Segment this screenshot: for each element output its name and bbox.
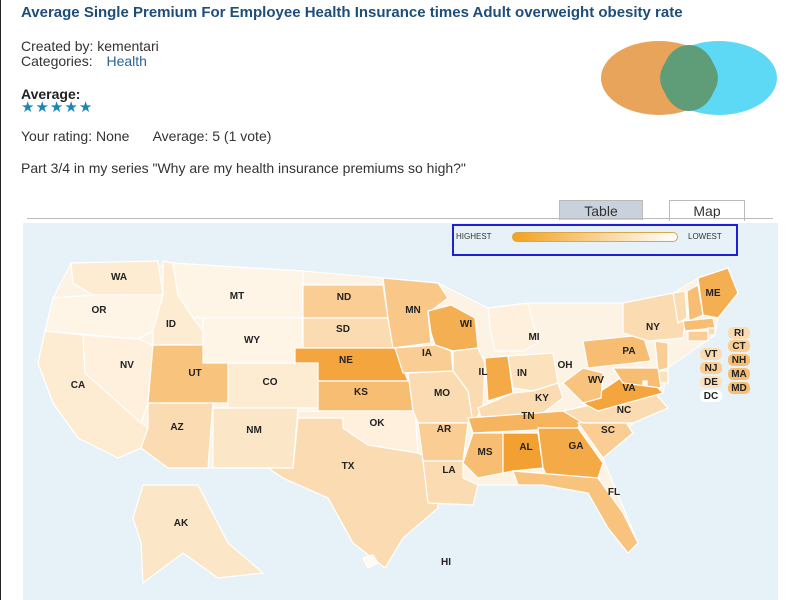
tab-table[interactable]: Table (559, 200, 643, 220)
legend-low-label: LOWEST (688, 232, 722, 241)
state-label-de: DE (704, 377, 718, 388)
state-label-sc: SC (601, 425, 615, 436)
state-label-nv: NV (120, 360, 134, 371)
categories-line: Categories: Health (21, 53, 147, 69)
created-by-line: Created by: kementari (21, 38, 159, 54)
state-label-ne: NE (339, 355, 353, 366)
created-by-author: kementari (97, 38, 159, 54)
state-label-il: IL (479, 367, 488, 378)
state-label-nm: NM (246, 425, 262, 436)
description: Part 3/4 in my series "Why are my health… (21, 160, 466, 176)
venn-overlap-fill (662, 45, 716, 111)
created-by-label: Created by: (21, 38, 94, 54)
state-label-ok: OK (370, 418, 386, 429)
state-label-or: OR (92, 305, 108, 316)
map-legend: HIGHEST LOWEST (452, 224, 738, 256)
state-az[interactable] (140, 402, 214, 469)
state-label-ks: KS (354, 387, 368, 398)
star-icon[interactable]: ★ (50, 100, 64, 116)
state-label-id: ID (166, 319, 176, 330)
rating-summary: Your rating: None Average: 5 (1 vote) (21, 128, 291, 144)
state-label-me: ME (706, 288, 721, 299)
state-label-ny: NY (646, 322, 660, 333)
state-ct[interactable] (687, 330, 709, 342)
map-panel[interactable]: WA OR CA ID NV MT WY UT AZ CO NM ND SD NE KS OK TX MN IA MO… (23, 223, 778, 600)
state-al[interactable] (502, 432, 544, 474)
state-label-hi: HI (441, 557, 451, 568)
state-label-fl: FL (608, 487, 620, 498)
state-label-ca: CA (71, 380, 85, 391)
venn-diagram-icon (601, 41, 777, 115)
us-choropleth-map[interactable]: WA OR CA ID NV MT WY UT AZ CO NM ND SD NE KS OK TX MN IA MO… (23, 223, 778, 600)
state-label-ri: RI (734, 328, 744, 339)
state-label-sd: SD (336, 324, 350, 335)
state-ak[interactable] (132, 484, 265, 585)
categories-label: Categories: (21, 53, 93, 69)
state-label-tx: TX (342, 461, 355, 472)
state-label-in: IN (517, 368, 527, 379)
state-label-va: VA (622, 383, 635, 394)
state-label-md: MD (731, 383, 747, 394)
state-label-az: AZ (170, 422, 183, 433)
state-label-vt: VT (705, 349, 718, 360)
state-label-wi: WI (460, 319, 472, 330)
tabs-divider (27, 218, 773, 219)
star-icon[interactable]: ★ (79, 100, 93, 116)
state-label-wy: WY (244, 335, 260, 346)
average-rating-text: Average: 5 (1 vote) (152, 128, 272, 144)
state-label-ut: UT (188, 368, 201, 379)
page: Average Single Premium For Employee Heal… (0, 0, 800, 600)
star-icon[interactable]: ★ (64, 100, 78, 116)
state-label-al: AL (519, 442, 532, 453)
state-label-ma: MA (731, 369, 747, 380)
state-label-oh: OH (558, 360, 573, 371)
star-icon[interactable]: ★ (21, 100, 35, 116)
state-label-ia: IA (422, 348, 432, 359)
legend-gradient-bar (512, 232, 678, 242)
state-label-ky: KY (535, 393, 549, 404)
state-label-la: LA (442, 465, 455, 476)
state-dc[interactable] (642, 380, 648, 386)
state-fl[interactable] (512, 470, 639, 554)
state-label-mt: MT (230, 291, 244, 302)
state-label-ms: MS (478, 447, 493, 458)
state-label-pa: PA (622, 346, 635, 357)
state-label-nh: NH (732, 355, 746, 366)
state-label-tn: TN (521, 411, 534, 422)
state-label-mi: MI (528, 332, 539, 343)
category-link-health[interactable]: Health (106, 53, 146, 69)
your-rating-text: Your rating: None (21, 128, 130, 144)
state-label-mn: MN (405, 305, 421, 316)
state-label-wa: WA (111, 272, 127, 283)
state-label-nj: NJ (705, 363, 718, 374)
state-label-wv: WV (588, 375, 604, 386)
state-nj[interactable] (654, 340, 669, 372)
state-label-ar: AR (437, 424, 452, 435)
state-label-ct: CT (732, 341, 745, 352)
state-label-ak: AK (174, 518, 189, 529)
legend-high-label: HIGHEST (456, 232, 492, 241)
page-title: Average Single Premium For Employee Heal… (21, 4, 683, 21)
state-label-ga: GA (569, 441, 584, 452)
star-rating[interactable]: ★★★★★ (21, 100, 93, 116)
state-label-co: CO (263, 377, 278, 388)
state-nm[interactable] (212, 407, 299, 469)
state-label-mo: MO (434, 388, 450, 399)
state-label-dc: DC (704, 391, 718, 402)
state-ri[interactable] (707, 327, 716, 336)
state-label-nd: ND (337, 292, 351, 303)
state-label-nc: NC (617, 405, 631, 416)
star-icon[interactable]: ★ (35, 100, 49, 116)
